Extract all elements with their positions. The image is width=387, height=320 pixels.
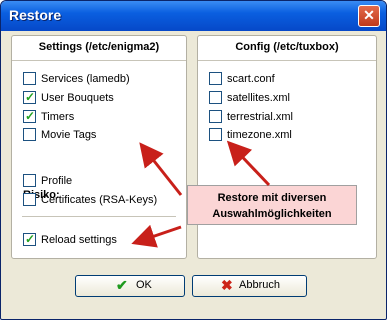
arrow-to-reload — [131, 224, 182, 248]
arrow-to-config — [226, 140, 271, 187]
checkmark-icon: ✔ — [116, 277, 128, 293]
ok-button[interactable]: ✔ OK — [75, 275, 185, 297]
cancel-button[interactable]: ✖ Abbruch — [192, 275, 307, 297]
annotation-arrows — [131, 140, 271, 248]
arrow-to-settings — [139, 142, 183, 196]
ok-label: OK — [136, 279, 152, 291]
restore-dialog: Restore ✕ Settings (/etc/enigma2) Servic… — [0, 0, 387, 320]
cross-icon: ✖ — [221, 277, 233, 293]
cancel-label: Abbruch — [239, 279, 280, 291]
